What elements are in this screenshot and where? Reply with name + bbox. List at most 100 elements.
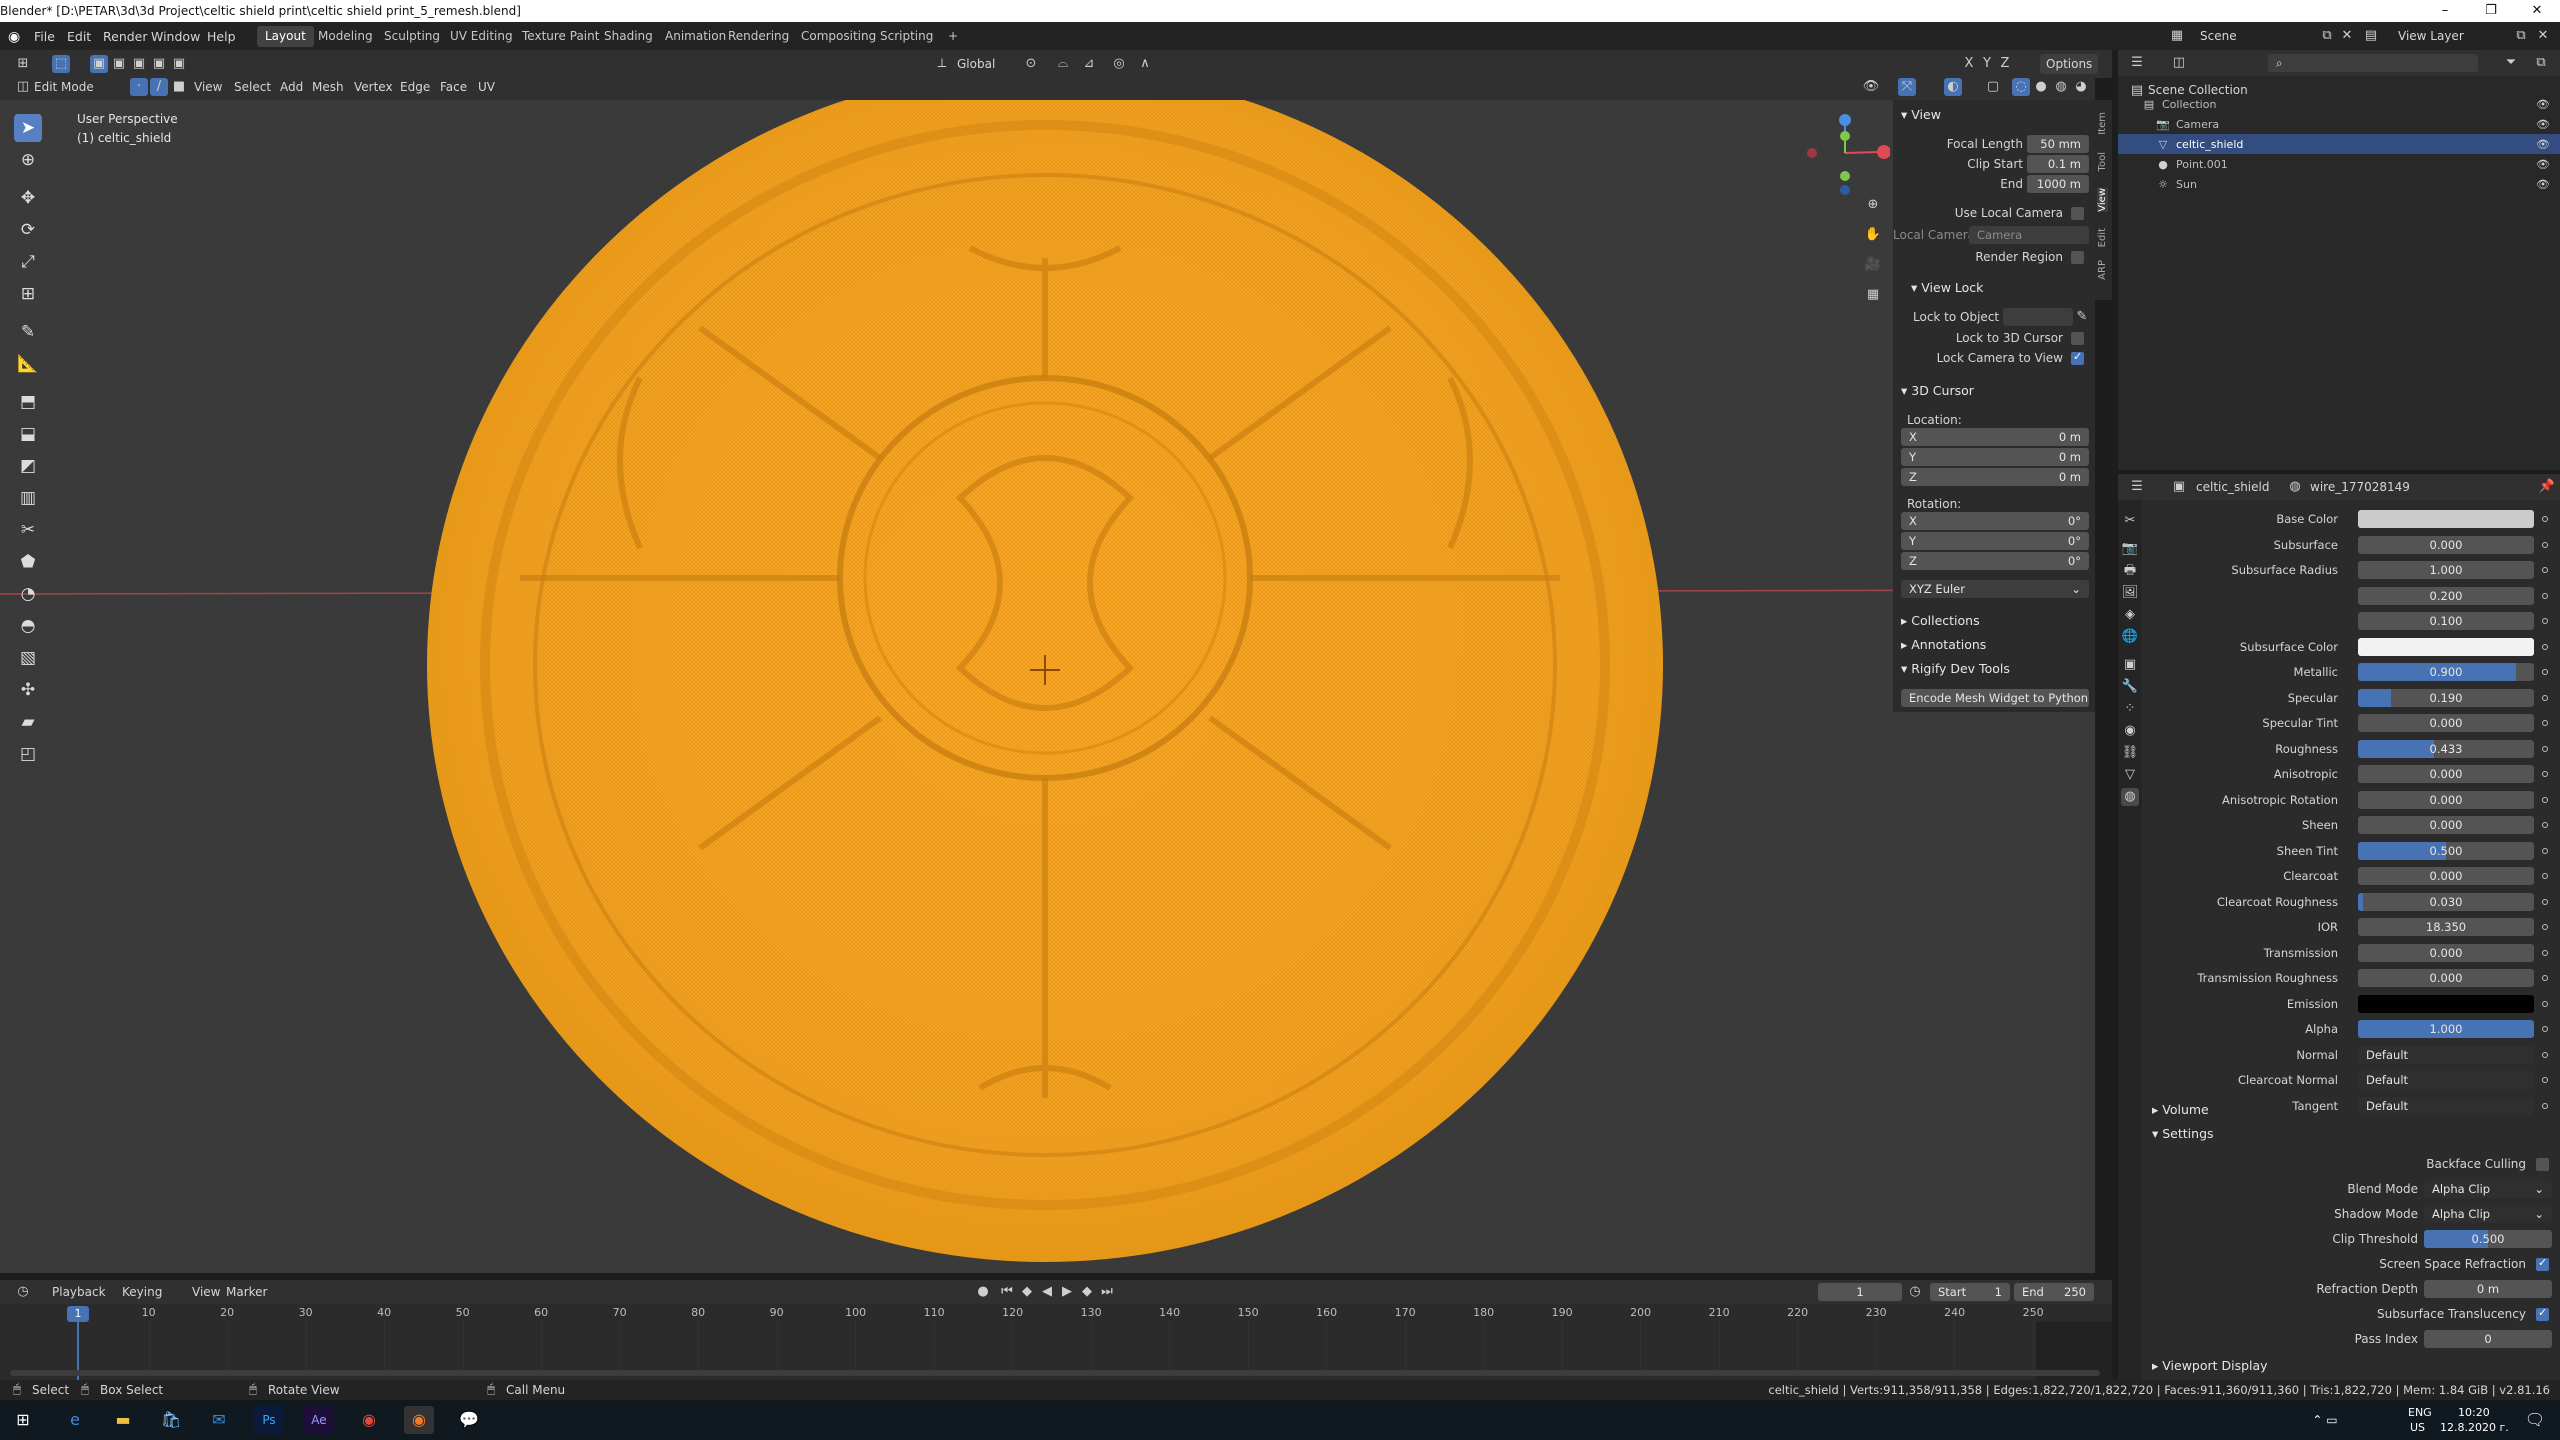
keyframe-dot-icon[interactable]: [2542, 1051, 2548, 1058]
view-lock-section-header[interactable]: ▾ View Lock: [1911, 280, 1983, 295]
mode-dropdown[interactable]: Edit Mode: [34, 80, 94, 94]
refraction-depth-field[interactable]: 0 m: [2424, 1280, 2552, 1298]
store-icon[interactable]: 🛍: [156, 1406, 186, 1434]
next-keyframe-icon[interactable]: ◆: [1078, 1283, 1096, 1301]
keyframe-dot-icon[interactable]: [2542, 567, 2548, 573]
jump-end-icon[interactable]: ⏭: [1098, 1283, 1116, 1301]
annotate-tool-icon[interactable]: ✎: [14, 318, 42, 346]
overlay-icon[interactable]: ◐: [1944, 78, 1962, 96]
prev-keyframe-icon[interactable]: ◆: [1018, 1283, 1036, 1301]
select-intersect-icon[interactable]: ▣: [170, 55, 188, 73]
encode-mesh-widget-button[interactable]: Encode Mesh Widget to Python: [1901, 689, 2089, 707]
sss-translucency-checkbox[interactable]: [2536, 1306, 2549, 1321]
render-region-checkbox[interactable]: [2071, 251, 2084, 264]
shading-solid-icon[interactable]: ●: [2032, 78, 2050, 96]
vertex-select-icon[interactable]: ·: [130, 78, 148, 96]
workspace-tab-texture-paint[interactable]: Texture Paint: [514, 26, 607, 47]
viewport-menu-add[interactable]: Add: [280, 80, 303, 94]
pin-icon[interactable]: 📌: [2538, 478, 2556, 496]
outliner-search-input[interactable]: ⌕: [2268, 54, 2478, 72]
prop-field-anisotropic-rotation[interactable]: 0.000: [2358, 790, 2534, 809]
keyframe-dot-icon[interactable]: [2542, 541, 2548, 548]
view-layer-name[interactable]: View Layer: [2398, 29, 2464, 43]
mirror-y-toggle[interactable]: Y: [1978, 55, 1996, 73]
viewport-display-section-header[interactable]: ▸ Viewport Display: [2152, 1358, 2268, 1373]
editor-type-3d-icon[interactable]: ◫: [14, 78, 32, 96]
workspace-tab-modeling[interactable]: Modeling: [310, 26, 381, 47]
visibility-eye-icon[interactable]: 👁: [2534, 156, 2552, 174]
prop-field-subsurface-radius-3[interactable]: 0.200: [2358, 586, 2534, 605]
rotate-tool-icon[interactable]: ⟳: [14, 216, 42, 244]
start-frame-field[interactable]: Start 1: [1930, 1283, 2010, 1301]
pivot-icon[interactable]: ⊙: [1022, 55, 1040, 73]
select-extend-icon[interactable]: ▣: [110, 55, 128, 73]
blend-mode-dropdown[interactable]: Alpha Clip ⌄: [2424, 1180, 2552, 1198]
new-collection-icon[interactable]: ⧉: [2532, 54, 2550, 72]
workspace-tab-uv-editing[interactable]: UV Editing: [442, 26, 521, 47]
prop-field-emission[interactable]: [2358, 994, 2534, 1013]
after-effects-icon[interactable]: Ae: [304, 1406, 334, 1434]
prop-field-normal[interactable]: Default: [2358, 1045, 2534, 1064]
n-panel-tab-arp[interactable]: ARP: [2097, 260, 2108, 280]
keyframe-dot-icon[interactable]: [2542, 592, 2548, 599]
prop-field-specular-tint[interactable]: 0.000: [2358, 714, 2534, 732]
shading-wire-icon[interactable]: ◌: [2012, 78, 2030, 96]
scale-tool-icon[interactable]: ⤢: [14, 248, 42, 276]
editor-type-icon[interactable]: ⊞: [14, 55, 32, 73]
outliner-item-collection[interactable]: Collection: [2162, 98, 2216, 111]
extrude-tool-icon[interactable]: ⬒: [14, 388, 42, 416]
3d-viewport[interactable]: User Perspective (1) celtic_shield ⊕ ✋ 🎥…: [0, 78, 2095, 1273]
keyframe-dot-icon[interactable]: [2542, 643, 2548, 650]
gizmo-icon[interactable]: ⤧: [1898, 78, 1916, 96]
prop-field-metallic[interactable]: 0.900: [2358, 663, 2534, 681]
select-new-icon[interactable]: ▣: [90, 55, 108, 73]
chrome-icon[interactable]: ◉: [354, 1406, 384, 1434]
prop-field-transmission-roughness[interactable]: 0.000: [2358, 969, 2534, 987]
loop-cut-tool-icon[interactable]: ▥: [14, 484, 42, 512]
timeline-menu-marker[interactable]: Marker: [226, 1285, 267, 1299]
visibility-eye-icon[interactable]: 👁: [2534, 176, 2552, 194]
keyframe-dot-icon[interactable]: [2542, 898, 2548, 905]
viewport-menu-view[interactable]: View: [194, 80, 222, 94]
menu-file[interactable]: File: [34, 29, 55, 44]
timeline-menu-keying[interactable]: Keying: [122, 1285, 162, 1299]
lock-to-cursor-checkbox[interactable]: [2071, 332, 2084, 345]
shrink-tool-icon[interactable]: ✣: [14, 676, 42, 704]
backface-culling-checkbox[interactable]: [2536, 1158, 2549, 1171]
viewport-menu-edge[interactable]: Edge: [400, 80, 430, 94]
select-tool-icon[interactable]: ⬚: [52, 55, 70, 73]
blender-taskbar-icon[interactable]: ◉: [404, 1406, 434, 1434]
prop-field-anisotropic[interactable]: 0.000: [2358, 765, 2534, 783]
preview-range-icon[interactable]: ◷: [1906, 1283, 1924, 1301]
smooth-tool-icon[interactable]: ◓: [14, 612, 42, 640]
clock-date[interactable]: 12.8.2020 г.: [2440, 1421, 2509, 1434]
shading-rendered-icon[interactable]: ◕: [2072, 78, 2090, 96]
prop-field-clearcoat[interactable]: 0.000: [2358, 867, 2534, 885]
record-icon[interactable]: ●: [974, 1283, 992, 1301]
new-view-layer-icon[interactable]: ⧉: [2512, 27, 2530, 45]
select-box-tool-icon[interactable]: ➤: [14, 114, 42, 142]
navigation-gizmo[interactable]: [1800, 108, 1891, 198]
workspace-tab-scripting[interactable]: Scripting: [872, 26, 941, 47]
keyframe-dot-icon[interactable]: [2542, 949, 2548, 956]
visibility-eye-icon[interactable]: 👁: [2534, 136, 2552, 154]
cursor-rotation-y-field[interactable]: Y 0°: [1901, 532, 2089, 550]
edge-select-icon[interactable]: /: [150, 78, 168, 96]
edge-slide-tool-icon[interactable]: ▧: [14, 644, 42, 672]
collections-section-header[interactable]: ▸ Collections: [1901, 613, 1980, 628]
new-scene-icon[interactable]: ⧉: [2318, 27, 2336, 45]
rigify-section-header[interactable]: ▾ Rigify Dev Tools: [1901, 661, 2010, 676]
menu-edit[interactable]: Edit: [67, 29, 91, 44]
mirror-z-toggle[interactable]: Z: [1996, 55, 2014, 73]
timeline-editor-type-icon[interactable]: ◷: [14, 1283, 32, 1301]
language-indicator[interactable]: ENG: [2408, 1406, 2432, 1419]
keyframe-dot-icon[interactable]: [2542, 745, 2548, 752]
minimize-button[interactable]: –: [2422, 0, 2468, 22]
edge-browser-icon[interactable]: e: [60, 1406, 90, 1434]
rotation-mode-dropdown[interactable]: XYZ Euler ⌄: [1901, 580, 2089, 598]
use-local-camera-checkbox[interactable]: [2071, 207, 2084, 220]
move-tool-icon[interactable]: ✥: [14, 184, 42, 212]
outliner-item-sun[interactable]: Sun: [2176, 178, 2197, 191]
poly-build-tool-icon[interactable]: ⬟: [14, 548, 42, 576]
workspace-tab-layout[interactable]: Layout: [257, 26, 314, 47]
